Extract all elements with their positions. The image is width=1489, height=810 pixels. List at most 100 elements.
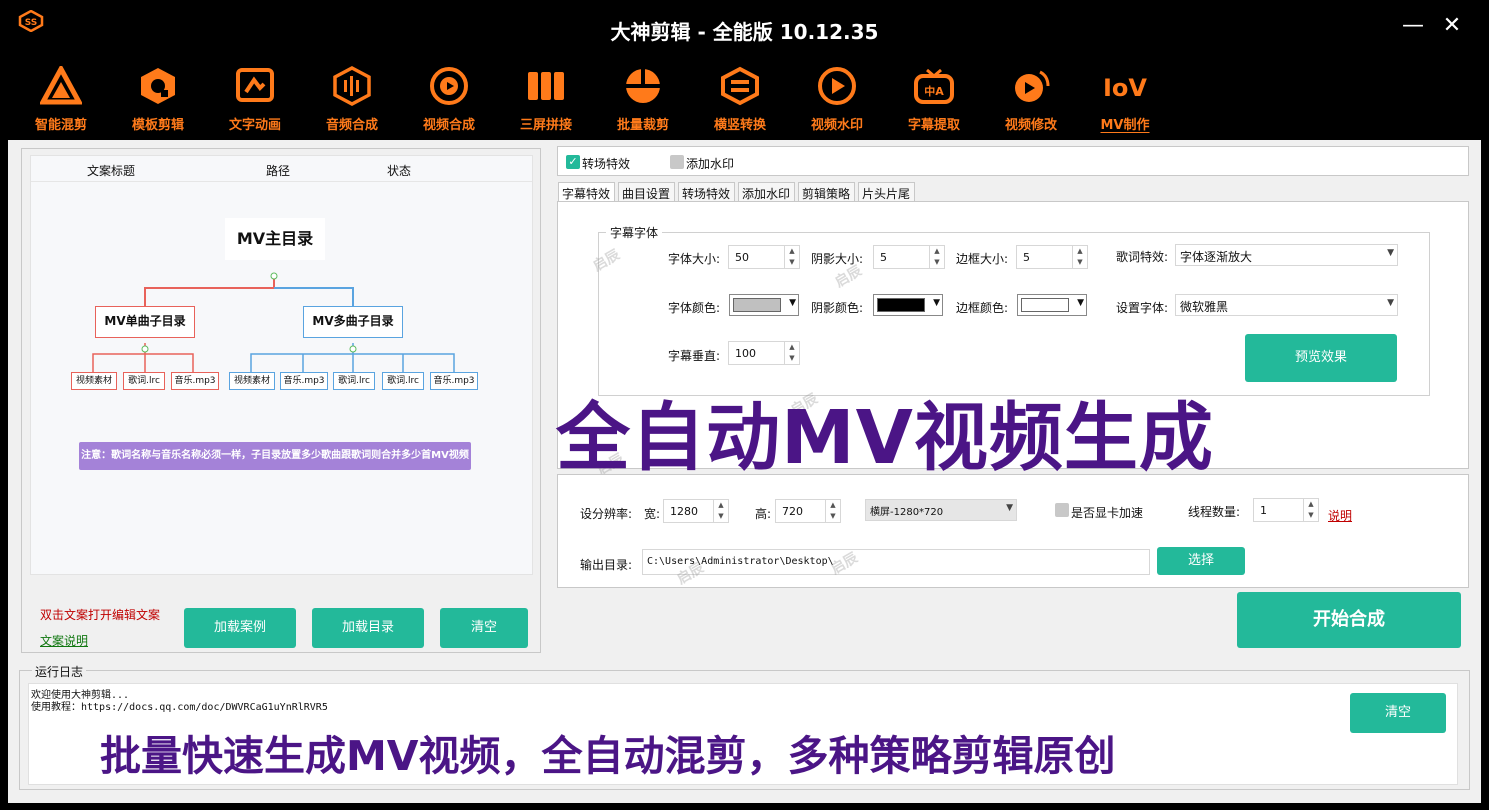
output-dir-label: 输出目录: <box>580 558 633 572</box>
copy-list-panel: 文案标题 路径 状态 MV主目录 MV单曲子目录 MV多曲子目录 视频素材 歌词… <box>21 148 541 653</box>
tool-label: 视频修改 <box>1004 118 1057 133</box>
feature-toolbar: 智能混剪 模板剪辑 文字动画 音频合成 视频合成 三屏拼接 批量裁剪 横竖转换 … <box>0 58 1489 140</box>
app-window: SS 大神剪辑 - 全能版 10.12.35 — ✕ 智能混剪 模板剪辑 文字动… <box>0 0 1489 810</box>
tab-transition[interactable]: 转场特效 <box>678 182 735 202</box>
gpu-checkbox[interactable] <box>1055 503 1069 517</box>
minimize-button[interactable]: — <box>1398 12 1428 42</box>
video-compose-icon <box>430 67 468 105</box>
diagram-note: 注意：歌词名称与音乐名称必须一样，子目录放置多少歌曲跟歌词则合并多少首MV视频 <box>79 442 471 470</box>
tab-edit-strategy[interactable]: 剪辑策略 <box>798 182 855 202</box>
start-compose-button[interactable]: 开始合成 <box>1237 592 1461 648</box>
vertical-position-stepper[interactable]: 100 ▲ ▼ <box>728 341 800 365</box>
resolution-label: 设分辨率: <box>580 507 633 521</box>
settings-tabs: 字幕特效 曲目设置 转场特效 添加水印 剪辑策略 片头片尾 <box>558 182 1469 202</box>
vertical-position-label: 字幕垂直: <box>668 349 721 363</box>
font-color-picker[interactable]: ▼ <box>729 294 799 316</box>
shadow-color-label: 阴影颜色: <box>811 301 864 315</box>
log-line: 使用教程：https://docs.qq.com/doc/DWVRCaG1uYn… <box>31 702 328 713</box>
tab-subtitle-effect[interactable]: 字幕特效 <box>558 182 615 202</box>
choose-dir-button[interactable]: 选择 <box>1157 547 1245 575</box>
tab-watermark[interactable]: 添加水印 <box>738 182 795 202</box>
watermark-check-label[interactable]: 添加水印 <box>686 155 734 172</box>
output-settings-panel: 设分辨率: 宽: 1280 ▲ ▼ 高: 720 ▲ ▼ 横屏-1280*720 ▼ 是否… <box>557 474 1469 588</box>
tool-subtitle[interactable]: 中A 字幕提取 <box>889 58 979 140</box>
tool-batch-crop[interactable]: 批量裁剪 <box>598 58 688 140</box>
log-title: 运行日志 <box>32 663 87 680</box>
transition-checkbox[interactable]: ✓ <box>566 155 580 169</box>
width-label: 宽: <box>644 507 661 521</box>
orientation-icon <box>721 66 759 106</box>
tool-three-screen[interactable]: 三屏拼接 <box>501 58 591 140</box>
tool-template[interactable]: 模板剪辑 <box>113 58 203 140</box>
diagram-leaf: 视频素材 <box>229 372 275 390</box>
tool-mv[interactable]: IoV MV制作 <box>1080 58 1170 140</box>
tool-orientation[interactable]: 横竖转换 <box>695 58 785 140</box>
diagram-leaf: 音乐.mp3 <box>430 372 478 390</box>
tool-label: 横竖转换 <box>713 118 766 133</box>
tool-video-compose[interactable]: 视频合成 <box>404 58 494 140</box>
svg-text:IoV: IoV <box>1103 74 1147 102</box>
font-family-select[interactable]: 微软雅黑 ▼ <box>1175 294 1398 316</box>
tool-label: 文字动画 <box>228 118 281 133</box>
tool-audio[interactable]: 音频合成 <box>307 58 397 140</box>
window-title: 大神剪辑 - 全能版 10.12.35 <box>610 20 879 44</box>
tool-video-edit[interactable]: 视频修改 <box>986 58 1076 140</box>
tool-smart-mix[interactable]: 智能混剪 <box>16 58 106 140</box>
copy-list-table[interactable]: 文案标题 路径 状态 MV主目录 MV单曲子目录 MV多曲子目录 视频素材 歌词… <box>30 155 533 575</box>
diagram-multi-node: MV多曲子目录 <box>303 306 403 338</box>
clear-log-button[interactable]: 清空 <box>1350 693 1446 733</box>
threads-stepper[interactable]: 1 ▲ ▼ <box>1253 498 1319 522</box>
tool-label: 音频合成 <box>325 118 378 133</box>
copy-doc-link[interactable]: 文案说明 <box>40 632 88 649</box>
diagram-leaf: 音乐.mp3 <box>171 372 219 390</box>
width-stepper[interactable]: 1280 ▲ ▼ <box>663 499 729 523</box>
border-size-label: 边框大小: <box>956 252 1009 266</box>
shadow-color-picker[interactable]: ▼ <box>873 294 943 316</box>
height-stepper[interactable]: 720 ▲ ▼ <box>775 499 841 523</box>
smart-mix-icon <box>40 66 82 105</box>
tool-label: MV制作 <box>1100 118 1150 133</box>
font-group-title: 字幕字体 <box>606 224 663 241</box>
help-link[interactable]: 说明 <box>1328 507 1352 524</box>
three-screen-icon <box>528 72 564 100</box>
transition-check-label[interactable]: 转场特效 <box>582 155 630 172</box>
diagram-root-node: MV主目录 <box>225 218 325 260</box>
tool-text-animation[interactable]: 文字动画 <box>210 58 300 140</box>
output-dir-input[interactable]: C:\Users\Administrator\Desktop\ <box>642 549 1150 575</box>
border-size-stepper[interactable]: 5 ▲ ▼ <box>1016 245 1088 269</box>
diagram-single-node: MV单曲子目录 <box>95 306 195 338</box>
promo-headline: 全自动MV视频生成 <box>556 395 1214 481</box>
batch-crop-icon <box>626 69 660 103</box>
tool-label: 三屏拼接 <box>519 118 572 133</box>
lyric-effect-select[interactable]: 字体逐渐放大 ▼ <box>1175 244 1398 266</box>
load-example-button[interactable]: 加载案例 <box>184 608 296 648</box>
border-color-label: 边框颜色: <box>956 301 1009 315</box>
preview-effect-button[interactable]: 预览效果 <box>1245 334 1397 382</box>
tab-intro-outro[interactable]: 片头片尾 <box>858 182 915 202</box>
clear-list-button[interactable]: 清空 <box>440 608 528 648</box>
diagram-leaf: 音乐.mp3 <box>280 372 328 390</box>
resolution-preset-select[interactable]: 横屏-1280*720 ▼ <box>865 499 1017 521</box>
tab-track-settings[interactable]: 曲目设置 <box>618 182 675 202</box>
subtitle-icon: 中A <box>914 68 954 104</box>
tool-label: 字幕提取 <box>907 118 960 133</box>
watermark-checkbox[interactable] <box>670 155 684 169</box>
font-color-label: 字体颜色: <box>668 301 721 315</box>
tool-label: 智能混剪 <box>34 118 87 133</box>
threads-label: 线程数量: <box>1188 505 1241 519</box>
title-bar: SS 大神剪辑 - 全能版 10.12.35 — ✕ <box>0 0 1489 58</box>
promo-subline: 批量快速生成MV视频，全自动混剪，多种策略剪辑原创 <box>100 732 1116 780</box>
tool-label: 模板剪辑 <box>131 118 184 133</box>
shadow-size-stepper[interactable]: 5 ▲ ▼ <box>873 245 945 269</box>
tool-watermark[interactable]: 视频水印 <box>792 58 882 140</box>
lyric-effect-label: 歌词特效: <box>1116 250 1169 264</box>
font-size-stepper[interactable]: 50 ▲ ▼ <box>728 245 800 269</box>
close-button[interactable]: ✕ <box>1437 12 1467 42</box>
video-edit-icon <box>1015 70 1050 102</box>
border-color-picker[interactable]: ▼ <box>1017 294 1087 316</box>
text-animation-icon <box>236 68 274 102</box>
load-directory-button[interactable]: 加载目录 <box>312 608 424 648</box>
gpu-label[interactable]: 是否显卡加速 <box>1071 504 1143 521</box>
diagram-leaf: 视频素材 <box>71 372 117 390</box>
option-check-row: ✓ 转场特效 添加水印 <box>557 146 1469 176</box>
